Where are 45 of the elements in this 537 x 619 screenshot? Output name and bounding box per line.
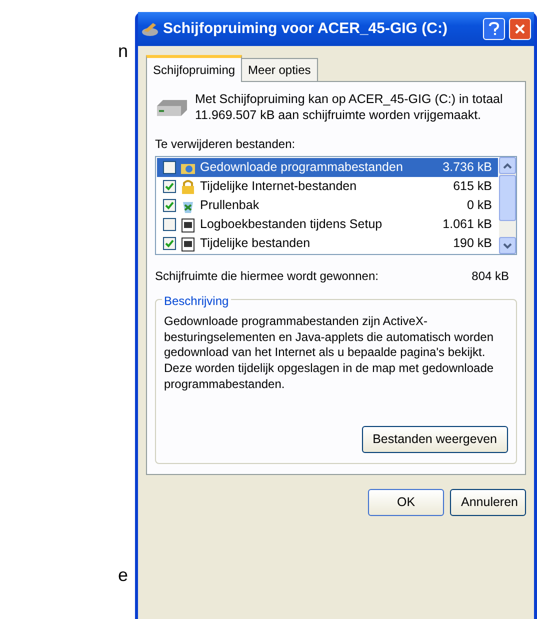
intro-text: Met Schijfopruiming kan op ACER_45-GIG (C:) in totaal 11.969.507 kB aan schijfruimte worden vrijgemaakt. [195, 92, 504, 124]
file-size: 1.061 kB [442, 216, 492, 234]
window-title: Schijfopruiming voor ACER_45-GIG (C:) [163, 18, 448, 39]
text-fragment: e [118, 564, 128, 587]
file-size: 190 kB [453, 235, 492, 252]
text-fragment: n [118, 40, 128, 63]
document-icon [180, 216, 196, 233]
gain-value: 804 kB [472, 268, 509, 286]
scroll-down-button[interactable] [499, 237, 516, 254]
help-icon [488, 22, 500, 36]
description-text: Gedownloade programmabestanden zijn ActiveX-besturingselementen en Java-applets die automatisch worden gedownload van het Internet als u bepaalde pagina's bekijkt. Deze worden tijdelijk opgeslagen in de map met gedownloade programmabestanden. [164, 314, 495, 392]
disk-cleanup-icon [141, 21, 159, 37]
file-row[interactable]: Prullenbak 0 kB [157, 196, 498, 216]
checkbox[interactable] [163, 199, 176, 212]
view-files-button[interactable]: Bestanden weergeven [362, 426, 508, 453]
close-button[interactable] [509, 18, 531, 40]
file-name: Gedownloade programmabestanden [200, 159, 404, 176]
file-row[interactable]: Tijdelijke bestanden 190 kB [157, 234, 498, 254]
file-name: Tijdelijke bestanden [200, 235, 312, 252]
close-icon [514, 23, 526, 35]
scroll-thumb[interactable] [499, 175, 516, 222]
file-size: 0 kB [466, 197, 492, 214]
file-row[interactable]: Tijdelijke Internet-bestanden 615 kB [157, 177, 498, 196]
ok-button[interactable]: OK [368, 488, 444, 516]
help-button[interactable] [483, 18, 505, 40]
checkbox[interactable] [163, 237, 176, 250]
list-label: Te verwijderen bestanden: [155, 136, 296, 154]
file-name: Prullenbak [200, 197, 260, 214]
checkbox[interactable] [163, 161, 176, 174]
file-name: Tijdelijke Internet-bestanden [200, 178, 358, 196]
gain-label: Schijfruimte die hiermee wordt gewonnen: [155, 268, 378, 286]
document-icon [180, 236, 196, 252]
file-size: 615 kB [453, 178, 492, 196]
tab[interactable]: Schijfopruiming [146, 55, 242, 82]
scrollbar[interactable] [499, 157, 516, 254]
file-row[interactable]: Gedownloade programmabestanden 3.736 kB [157, 158, 498, 178]
tab[interactable]: Meer opties [241, 58, 318, 81]
lock-icon [180, 178, 196, 195]
checkbox[interactable] [163, 218, 176, 232]
file-name: Logboekbestanden tijdens Setup [200, 216, 384, 234]
file-row[interactable]: Logboekbestanden tijdens Setup 1.061 kB [157, 215, 498, 234]
file-size: 3.736 kB [442, 159, 492, 176]
cancel-button[interactable]: Annuleren [450, 488, 526, 516]
scroll-up-button[interactable] [499, 157, 516, 174]
checkbox[interactable] [163, 180, 176, 194]
